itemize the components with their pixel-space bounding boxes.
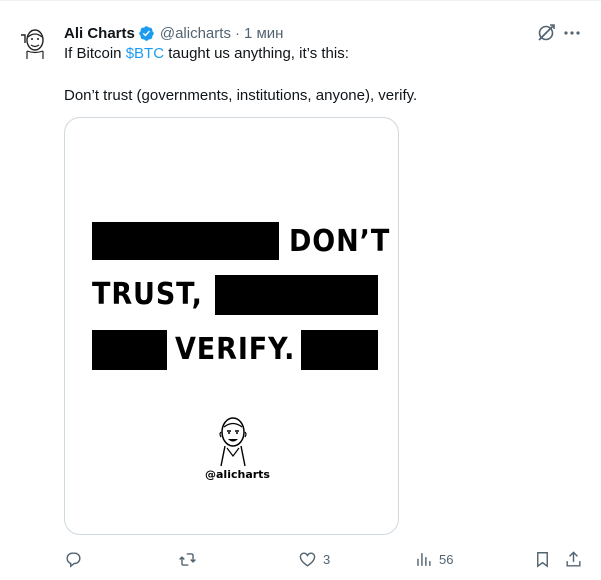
share-button[interactable] xyxy=(564,547,583,571)
redaction-bar xyxy=(301,330,378,370)
author-name[interactable]: Ali Charts xyxy=(64,25,135,42)
like-count: 3 xyxy=(323,551,331,567)
separator-dot: · xyxy=(234,24,240,42)
redaction-bar xyxy=(92,330,167,370)
tweet-text-suffix: taught us anything, it’s this: xyxy=(164,45,349,62)
retweet-icon xyxy=(179,552,196,566)
views-count: 56 xyxy=(439,551,454,567)
tweet-text-prefix: If Bitcoin xyxy=(64,45,126,62)
redaction-bar xyxy=(92,222,279,260)
cashtag-link[interactable]: $BTC xyxy=(126,45,164,62)
image-signature: @alicharts xyxy=(205,468,270,481)
retweet-button[interactable] xyxy=(178,547,203,571)
views-icon xyxy=(417,552,431,566)
timestamp[interactable]: 1 мин xyxy=(244,25,284,42)
like-button[interactable]: 3 xyxy=(298,547,330,571)
action-bar: 3 56 xyxy=(0,547,601,571)
share-icon xyxy=(566,550,581,567)
image-word-verify: VERIFY. xyxy=(175,332,296,367)
avatar[interactable] xyxy=(15,21,55,61)
image-word-dont: DON’T xyxy=(289,224,391,259)
tweet-text-line-2: Don’t trust (governments, institutions, … xyxy=(64,87,418,104)
tweet-header: Ali Charts @alicharts · 1 мин xyxy=(64,23,283,43)
tweet-image[interactable]: DON’T TRUST, VERIFY. @alicharts xyxy=(64,117,399,535)
tweet[interactable]: Ali Charts @alicharts · 1 мин If Bitcoin… xyxy=(0,0,601,580)
reply-button[interactable] xyxy=(64,547,89,571)
more-icon[interactable] xyxy=(562,23,582,43)
mascot-illustration xyxy=(215,416,251,468)
redaction-bar xyxy=(215,275,378,315)
bookmark-button[interactable] xyxy=(533,547,552,571)
verified-badge-icon xyxy=(138,25,155,42)
tweet-text-line-1: If Bitcoin $BTC taught us anything, it’s… xyxy=(64,44,349,64)
grok-icon[interactable] xyxy=(536,23,556,43)
bookmark-icon xyxy=(537,551,548,568)
reply-icon xyxy=(66,551,81,568)
author-handle[interactable]: @alicharts xyxy=(160,25,231,42)
like-icon xyxy=(299,551,316,567)
views-button[interactable]: 56 xyxy=(414,547,453,571)
image-word-trust: TRUST, xyxy=(92,277,203,312)
